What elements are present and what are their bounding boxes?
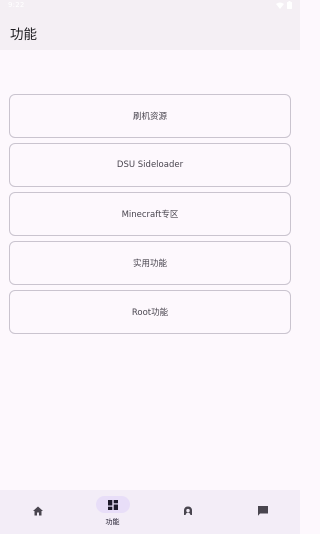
dsu-sideloader-card[interactable]: DSU Sideloader xyxy=(9,143,291,187)
card-label: DSU Sideloader xyxy=(116,160,184,170)
minecraft-section-card[interactable]: Minecraft专区 xyxy=(9,192,291,236)
chat-icon xyxy=(257,505,269,517)
nav-item-messages[interactable] xyxy=(225,490,300,534)
card-label: 实用功能 xyxy=(132,259,167,269)
page-title: 功能 xyxy=(10,27,37,43)
feature-list: 刷机资源 DSU Sideloader Minecraft专区 实用功能 Roo… xyxy=(9,94,291,339)
root-features-card[interactable]: Root功能 xyxy=(9,290,291,334)
card-label: Root功能 xyxy=(131,308,169,318)
battery-icon xyxy=(287,1,292,9)
home-icon xyxy=(32,505,44,517)
utilities-card[interactable]: 实用功能 xyxy=(9,241,291,285)
card-label: Minecraft专区 xyxy=(121,210,179,220)
nav-item-profile[interactable] xyxy=(150,490,225,534)
grid-icon xyxy=(107,499,119,511)
flash-resources-card[interactable]: 刷机资源 xyxy=(9,94,291,138)
status-time: 9:22 xyxy=(8,1,25,9)
wifi-icon xyxy=(276,2,284,9)
card-label: 刷机资源 xyxy=(132,112,167,122)
top-app-bar: 9:22 功能 xyxy=(0,0,300,50)
nav-item-features[interactable]: 功能 xyxy=(75,490,150,534)
status-icons xyxy=(276,0,292,10)
nav-label: 功能 xyxy=(105,518,120,526)
person-icon xyxy=(182,505,194,517)
status-bar: 9:22 xyxy=(0,0,300,12)
nav-item-home[interactable] xyxy=(0,490,75,534)
bottom-navigation: 功能 xyxy=(0,490,300,534)
